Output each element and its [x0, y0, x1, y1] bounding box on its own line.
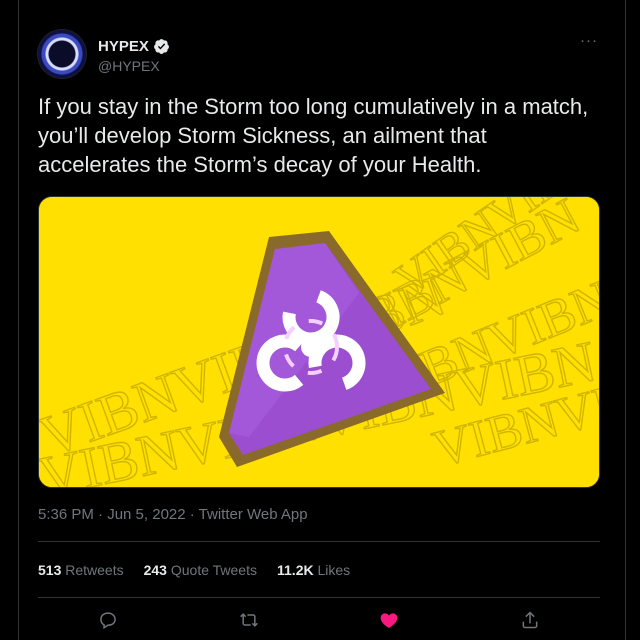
- tweet-timestamp[interactable]: 5:36 PM · Jun 5, 2022 · Twitter Web App: [38, 506, 308, 523]
- stat-likes[interactable]: 11.2K Likes: [277, 562, 350, 578]
- author-handle[interactable]: @HYPEX: [98, 58, 160, 74]
- stat-label: Likes: [317, 562, 351, 578]
- avatar[interactable]: [38, 30, 86, 78]
- share-button[interactable]: [518, 608, 542, 632]
- tweet-text: If you stay in the Storm too long cumula…: [38, 94, 589, 177]
- retweet-icon: [239, 613, 258, 627]
- share-icon: [522, 611, 538, 629]
- retweet-button[interactable]: [237, 608, 261, 632]
- stat-retweets[interactable]: 513 Retweets: [38, 562, 124, 578]
- stat-count: 513: [38, 562, 62, 578]
- like-icon: [380, 613, 398, 628]
- author-name[interactable]: HYPEX: [98, 38, 149, 55]
- stat-quote-tweets[interactable]: 243 Quote Tweets: [144, 562, 257, 578]
- stat-label: Quote Tweets: [170, 562, 257, 578]
- divider: [38, 541, 600, 542]
- reply-icon: [100, 612, 117, 630]
- reply-button[interactable]: [96, 608, 120, 632]
- stat-count: 243: [143, 562, 167, 578]
- divider: [38, 597, 600, 598]
- verified-badge-icon: [153, 39, 169, 54]
- stat-label: Retweets: [65, 562, 124, 578]
- stat-count: 11.2K: [277, 562, 314, 578]
- tweet-stats: 513 Retweets 243 Quote Tweets 11.2K Like…: [38, 562, 350, 578]
- tweet-actions: [38, 608, 600, 632]
- more-options-icon[interactable]: ···: [580, 32, 598, 49]
- tweet-media-image[interactable]: VIBNVIBNVIBN VIBNVIBNVIBNVIBN VIBNVIBN V…: [38, 196, 600, 488]
- storm-sickness-graphic: VIBNVIBNVIBN VIBNVIBNVIBNVIBN VIBNVIBN V…: [39, 197, 599, 487]
- like-button[interactable]: [377, 608, 401, 632]
- tweet-header: HYPEX @HYPEX ···: [38, 30, 608, 80]
- author-name-row: HYPEX: [98, 38, 170, 55]
